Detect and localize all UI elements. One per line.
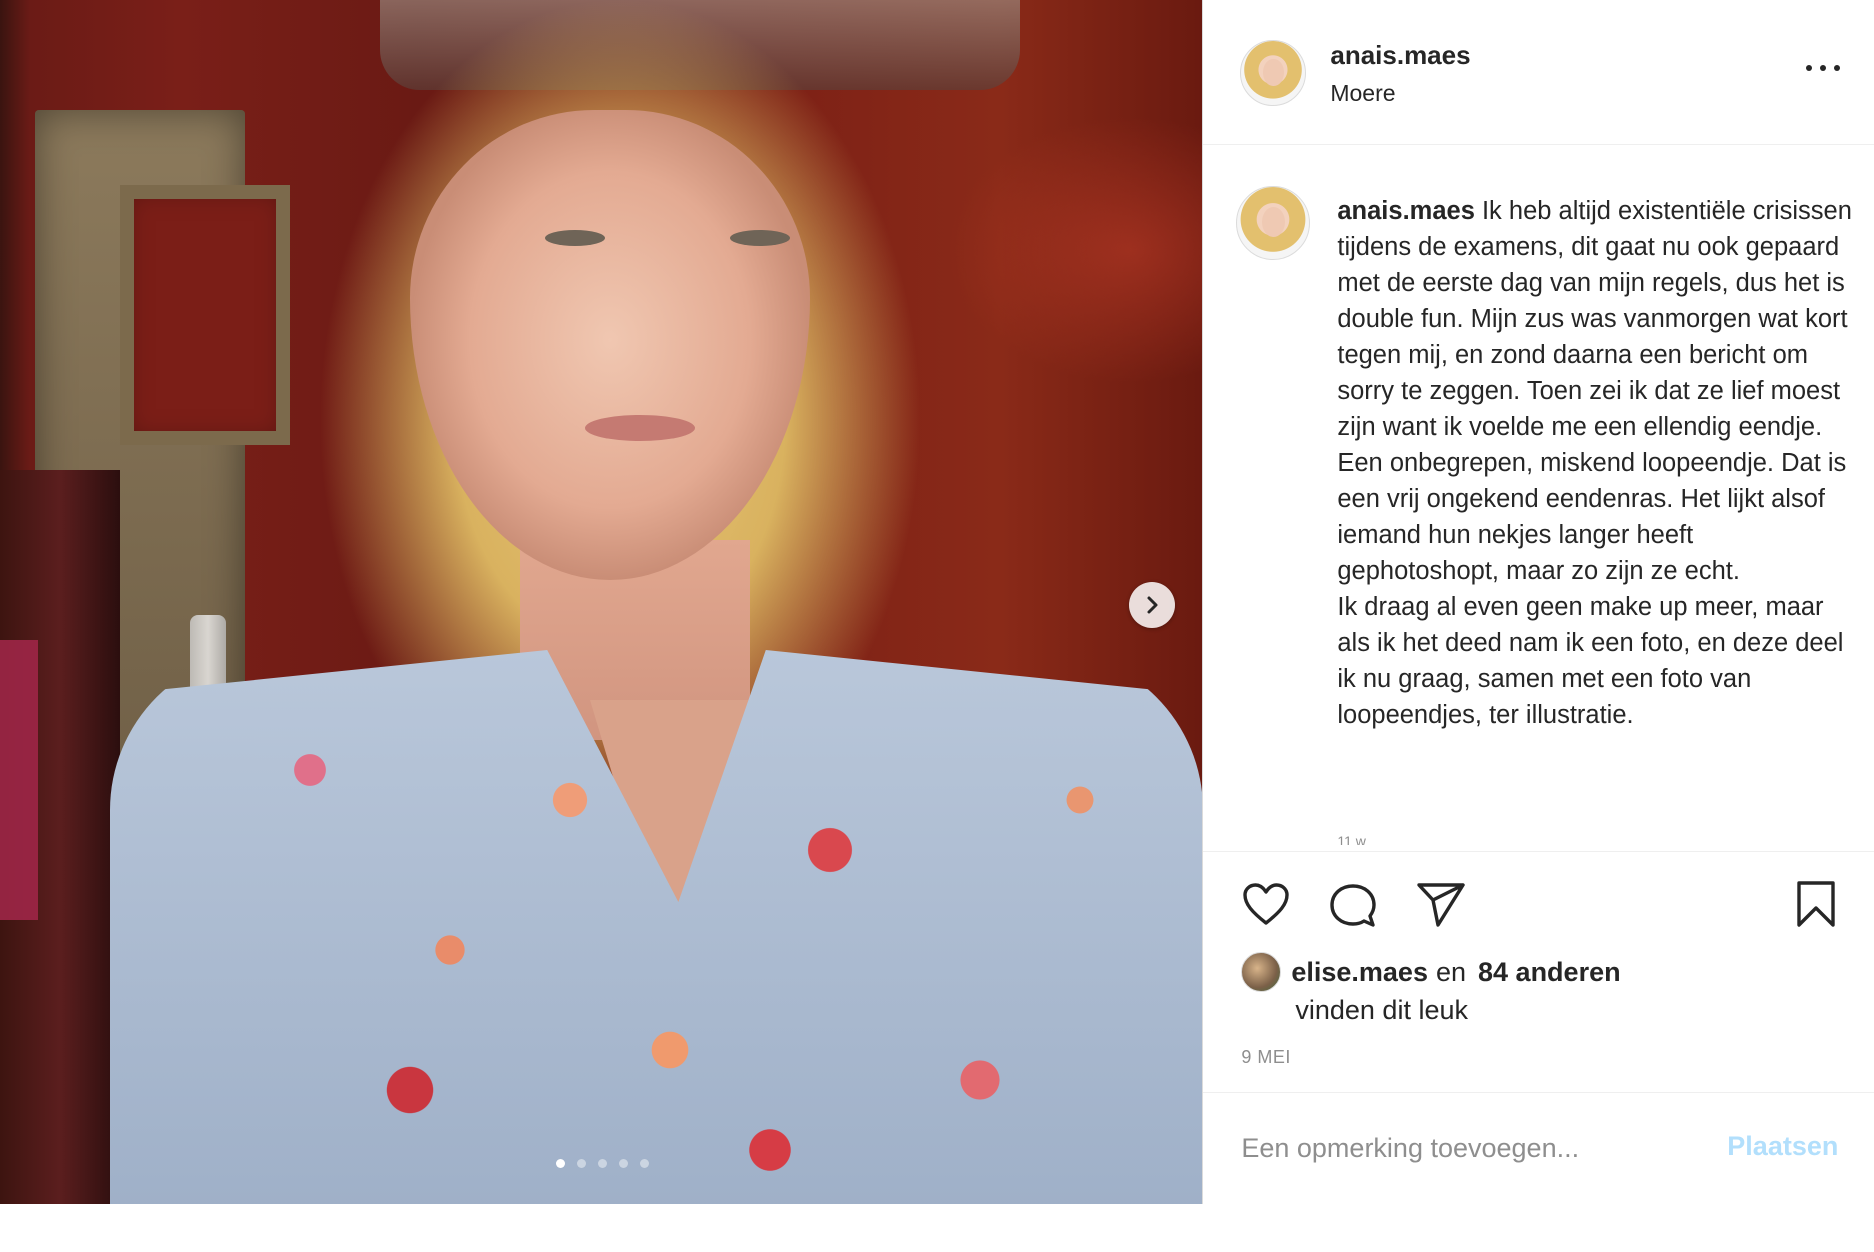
photo-right-eye [730,230,790,246]
carousel-indicator [556,1159,649,1168]
liker-username[interactable]: elise.maes [1291,957,1428,988]
more-options-button[interactable] [1806,58,1840,78]
carousel-dot [577,1159,586,1168]
comment-input[interactable] [1239,1125,1724,1171]
carousel-dot-active [556,1159,565,1168]
post-media[interactable] [0,0,1203,1204]
post-location[interactable]: Moere [1330,80,1395,107]
liker-avatar[interactable] [1241,952,1282,992]
photo-lips [585,415,695,441]
heart-icon [1243,883,1290,925]
author-avatar[interactable] [1240,40,1307,106]
caption-timestamp: 11 w [1337,833,1366,845]
carousel-next-button[interactable] [1129,582,1175,628]
carousel-dot [619,1159,628,1168]
carousel-dot [640,1159,649,1168]
likes-suffix: vinden dit leuk [1295,995,1468,1025]
bookmark-icon [1797,881,1836,927]
share-button[interactable] [1416,882,1466,933]
instagram-post: anais.maes Moere anais.maes Ik heb altij… [0,0,1874,1204]
likes-connector: en [1435,956,1467,987]
more-options-icon [1806,65,1812,71]
post-side-panel: anais.maes Moere anais.maes Ik heb altij… [1202,0,1874,1204]
like-button[interactable] [1242,882,1290,931]
comment-button[interactable] [1329,882,1377,935]
likes-others[interactable]: 84 anderen [1478,957,1621,988]
comment-icon [1330,884,1377,927]
author-username[interactable]: anais.maes [1330,40,1470,71]
save-button[interactable] [1796,880,1836,933]
caption-avatar[interactable] [1236,186,1311,260]
photo-left-eye [545,230,605,246]
post-caption: anais.maes Ik heb altijd existentiële cr… [1337,193,1857,733]
likes-summary: elise.maes en 84 anderen [1241,952,1621,992]
post-date[interactable]: 9 MEI [1241,1047,1291,1068]
comments-section[interactable]: anais.maes Ik heb altijd existentiële cr… [1203,145,1874,845]
photo-pink-garment [0,640,38,920]
add-comment-bar: Plaatsen [1203,1092,1874,1205]
caption-text: Ik heb altijd existentiële crisissen tij… [1337,197,1852,729]
caption-username[interactable]: anais.maes [1337,197,1475,225]
post-comment-button[interactable]: Plaatsen [1727,1131,1838,1162]
post-header: anais.maes Moere [1203,0,1874,145]
share-icon [1417,883,1466,927]
next-arrow-icon [1147,596,1158,614]
carousel-dot [598,1159,607,1168]
